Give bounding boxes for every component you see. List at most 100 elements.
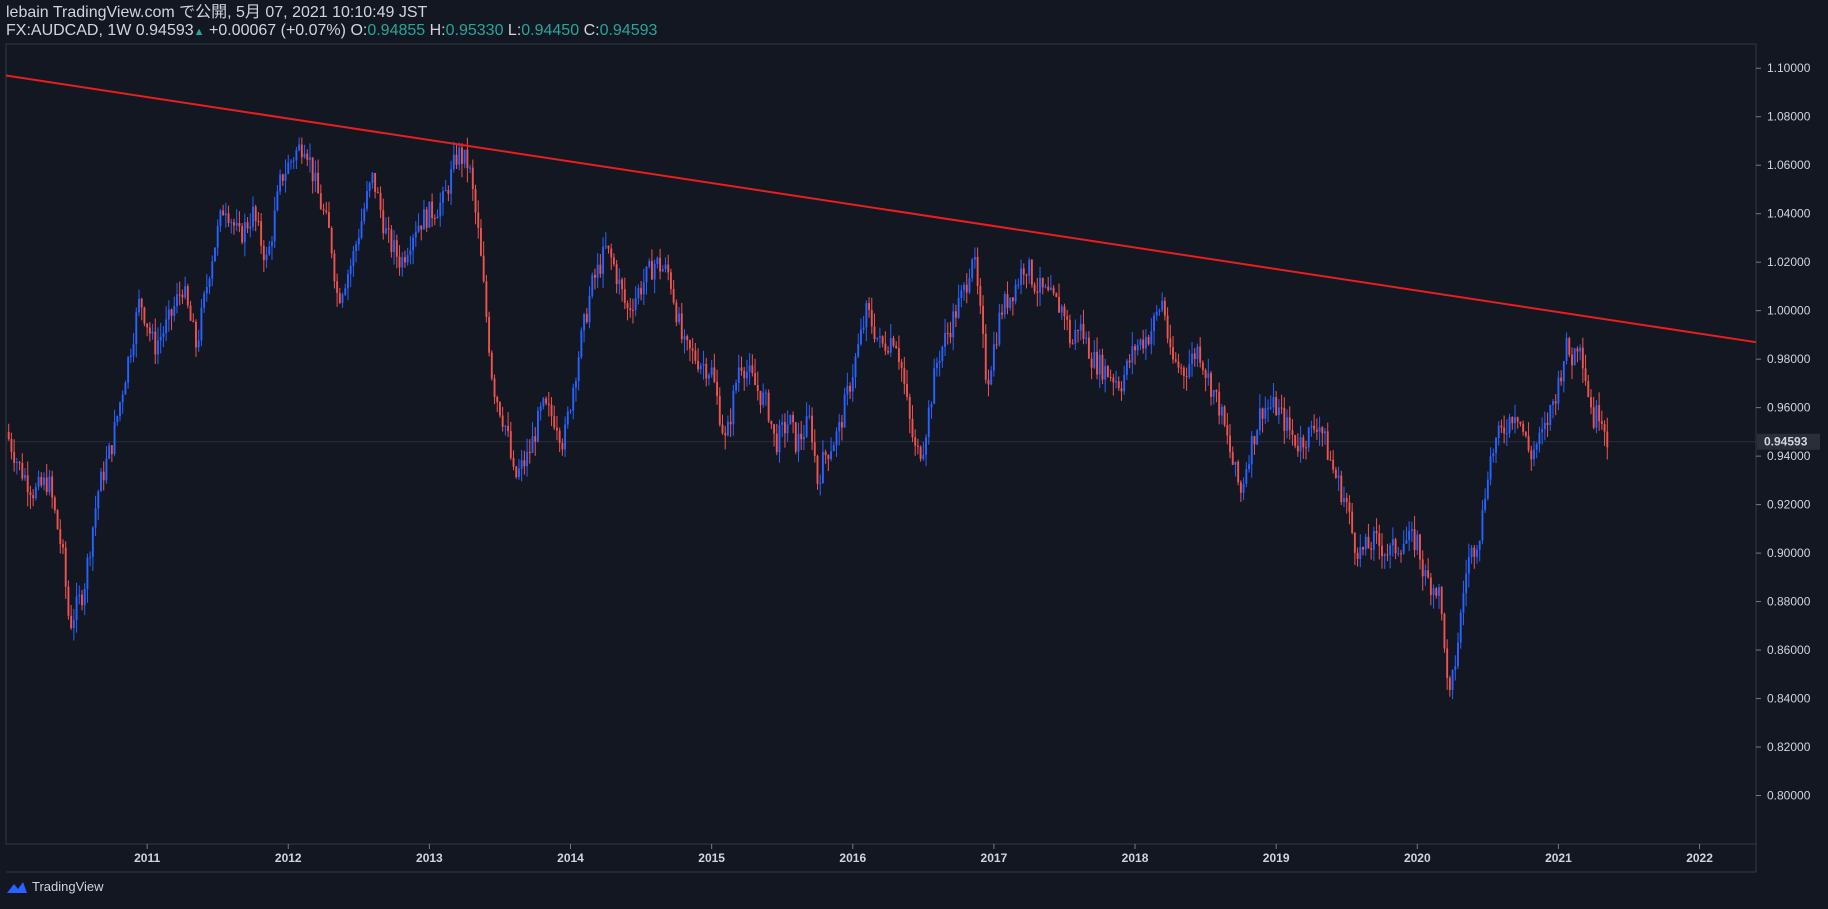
candle-body (1451, 670, 1454, 691)
time-tick-label: 2015 (698, 851, 725, 865)
candle-body (1125, 360, 1128, 375)
candle-body (992, 344, 995, 371)
candle-body (70, 615, 73, 629)
price-axis[interactable]: 1.10000 1.08000 1.06000 1.04000 1.02000 1.000… (1756, 61, 1820, 803)
candle-body (1207, 373, 1210, 378)
candle-body (979, 286, 982, 306)
candle-body (987, 379, 990, 385)
candle-body (642, 282, 645, 295)
candle-body (24, 475, 26, 479)
candle-body (1465, 573, 1468, 594)
candle-body (536, 410, 539, 442)
candle-body (45, 477, 48, 492)
candle-body (132, 344, 135, 356)
candle-body (542, 398, 545, 407)
candle-body (1001, 312, 1003, 315)
candle-body (67, 586, 70, 616)
time-axis[interactable]: 2011 2012 2013 2014 2015 2016 2017 2018 2019 2020… (134, 844, 1713, 865)
trendline-layer[interactable] (5, 74, 1757, 344)
resistance-trendline[interactable] (5, 74, 1757, 344)
candle-body (1267, 407, 1269, 409)
candle-body (1546, 422, 1549, 425)
candle-body (637, 288, 640, 299)
candle-body (40, 476, 43, 486)
candle-body (81, 594, 83, 606)
candle-body (1174, 359, 1177, 362)
candle-body (1231, 452, 1234, 465)
candle-body (344, 288, 347, 295)
candle-body (645, 266, 648, 283)
candle-body (1394, 539, 1397, 554)
candle-body (1237, 461, 1240, 483)
candle-body (197, 340, 200, 348)
candle-body (1552, 401, 1554, 405)
candle-body (960, 290, 963, 298)
candle-body (1497, 425, 1500, 439)
candle-body (1527, 436, 1530, 451)
candle-body (1188, 364, 1191, 377)
candle-body (1150, 331, 1153, 345)
candle-body (773, 424, 776, 434)
candle-body (1087, 337, 1090, 359)
candle-body (754, 373, 757, 386)
candle-body (463, 149, 466, 164)
candle-body (1343, 498, 1345, 503)
candle-body (214, 247, 216, 262)
price-chart[interactable]: 1.10000 1.08000 1.06000 1.04000 1.02000 1.000… (0, 0, 1828, 909)
candle-body (1204, 370, 1207, 378)
candle-body (382, 210, 385, 234)
candle-body (851, 377, 854, 392)
candle-body (596, 264, 599, 278)
candle-body (29, 492, 32, 496)
candle-body (743, 370, 746, 379)
candle-body (390, 229, 393, 252)
candle-body (21, 463, 24, 479)
candle-body (631, 310, 634, 312)
candle-body (1524, 431, 1527, 437)
candle-body (1177, 361, 1180, 368)
candle-body (436, 216, 439, 219)
candle-body (414, 231, 417, 238)
candle-body (1473, 547, 1476, 557)
candle-body (395, 240, 398, 257)
candle-body (786, 424, 789, 434)
price-tick-label: 1.02000 (1767, 255, 1811, 269)
candle-body (1543, 422, 1546, 430)
candle-body (501, 415, 504, 427)
candle-body (517, 468, 520, 478)
candle-body (116, 416, 119, 422)
candle-body (287, 162, 290, 174)
tradingview-brand[interactable]: TradingView (6, 879, 104, 894)
candle-body (1272, 397, 1275, 408)
candle-body (1386, 554, 1389, 556)
candle-body (952, 311, 955, 338)
candle-body (186, 286, 189, 306)
candle-body (1258, 408, 1261, 431)
candle-body (857, 344, 860, 357)
candle-body (110, 445, 113, 455)
candle-body (450, 169, 453, 194)
candle-body (477, 212, 480, 228)
candle-body (615, 264, 618, 284)
candle-body (1104, 366, 1107, 380)
candle-body (941, 346, 944, 362)
price-tick-label: 1.04000 (1767, 207, 1811, 221)
candle-body (1495, 438, 1497, 454)
candle-body (1519, 421, 1522, 424)
candle-body (1340, 475, 1343, 503)
candle-body (135, 312, 138, 345)
candle-body (1516, 417, 1519, 422)
candle-body (832, 445, 835, 452)
candle-body (938, 361, 941, 363)
candle-body (341, 294, 344, 303)
candle-body (165, 319, 168, 334)
price-tick-label: 0.84000 (1767, 692, 1811, 706)
candle-body (406, 255, 409, 263)
candle-body (640, 288, 643, 295)
candle-body (1337, 475, 1340, 478)
candle-body (1096, 351, 1098, 375)
price-tick-label: 1.00000 (1767, 304, 1811, 318)
candle-body (311, 157, 314, 182)
candle-body (927, 407, 930, 438)
candle-body (577, 357, 580, 381)
